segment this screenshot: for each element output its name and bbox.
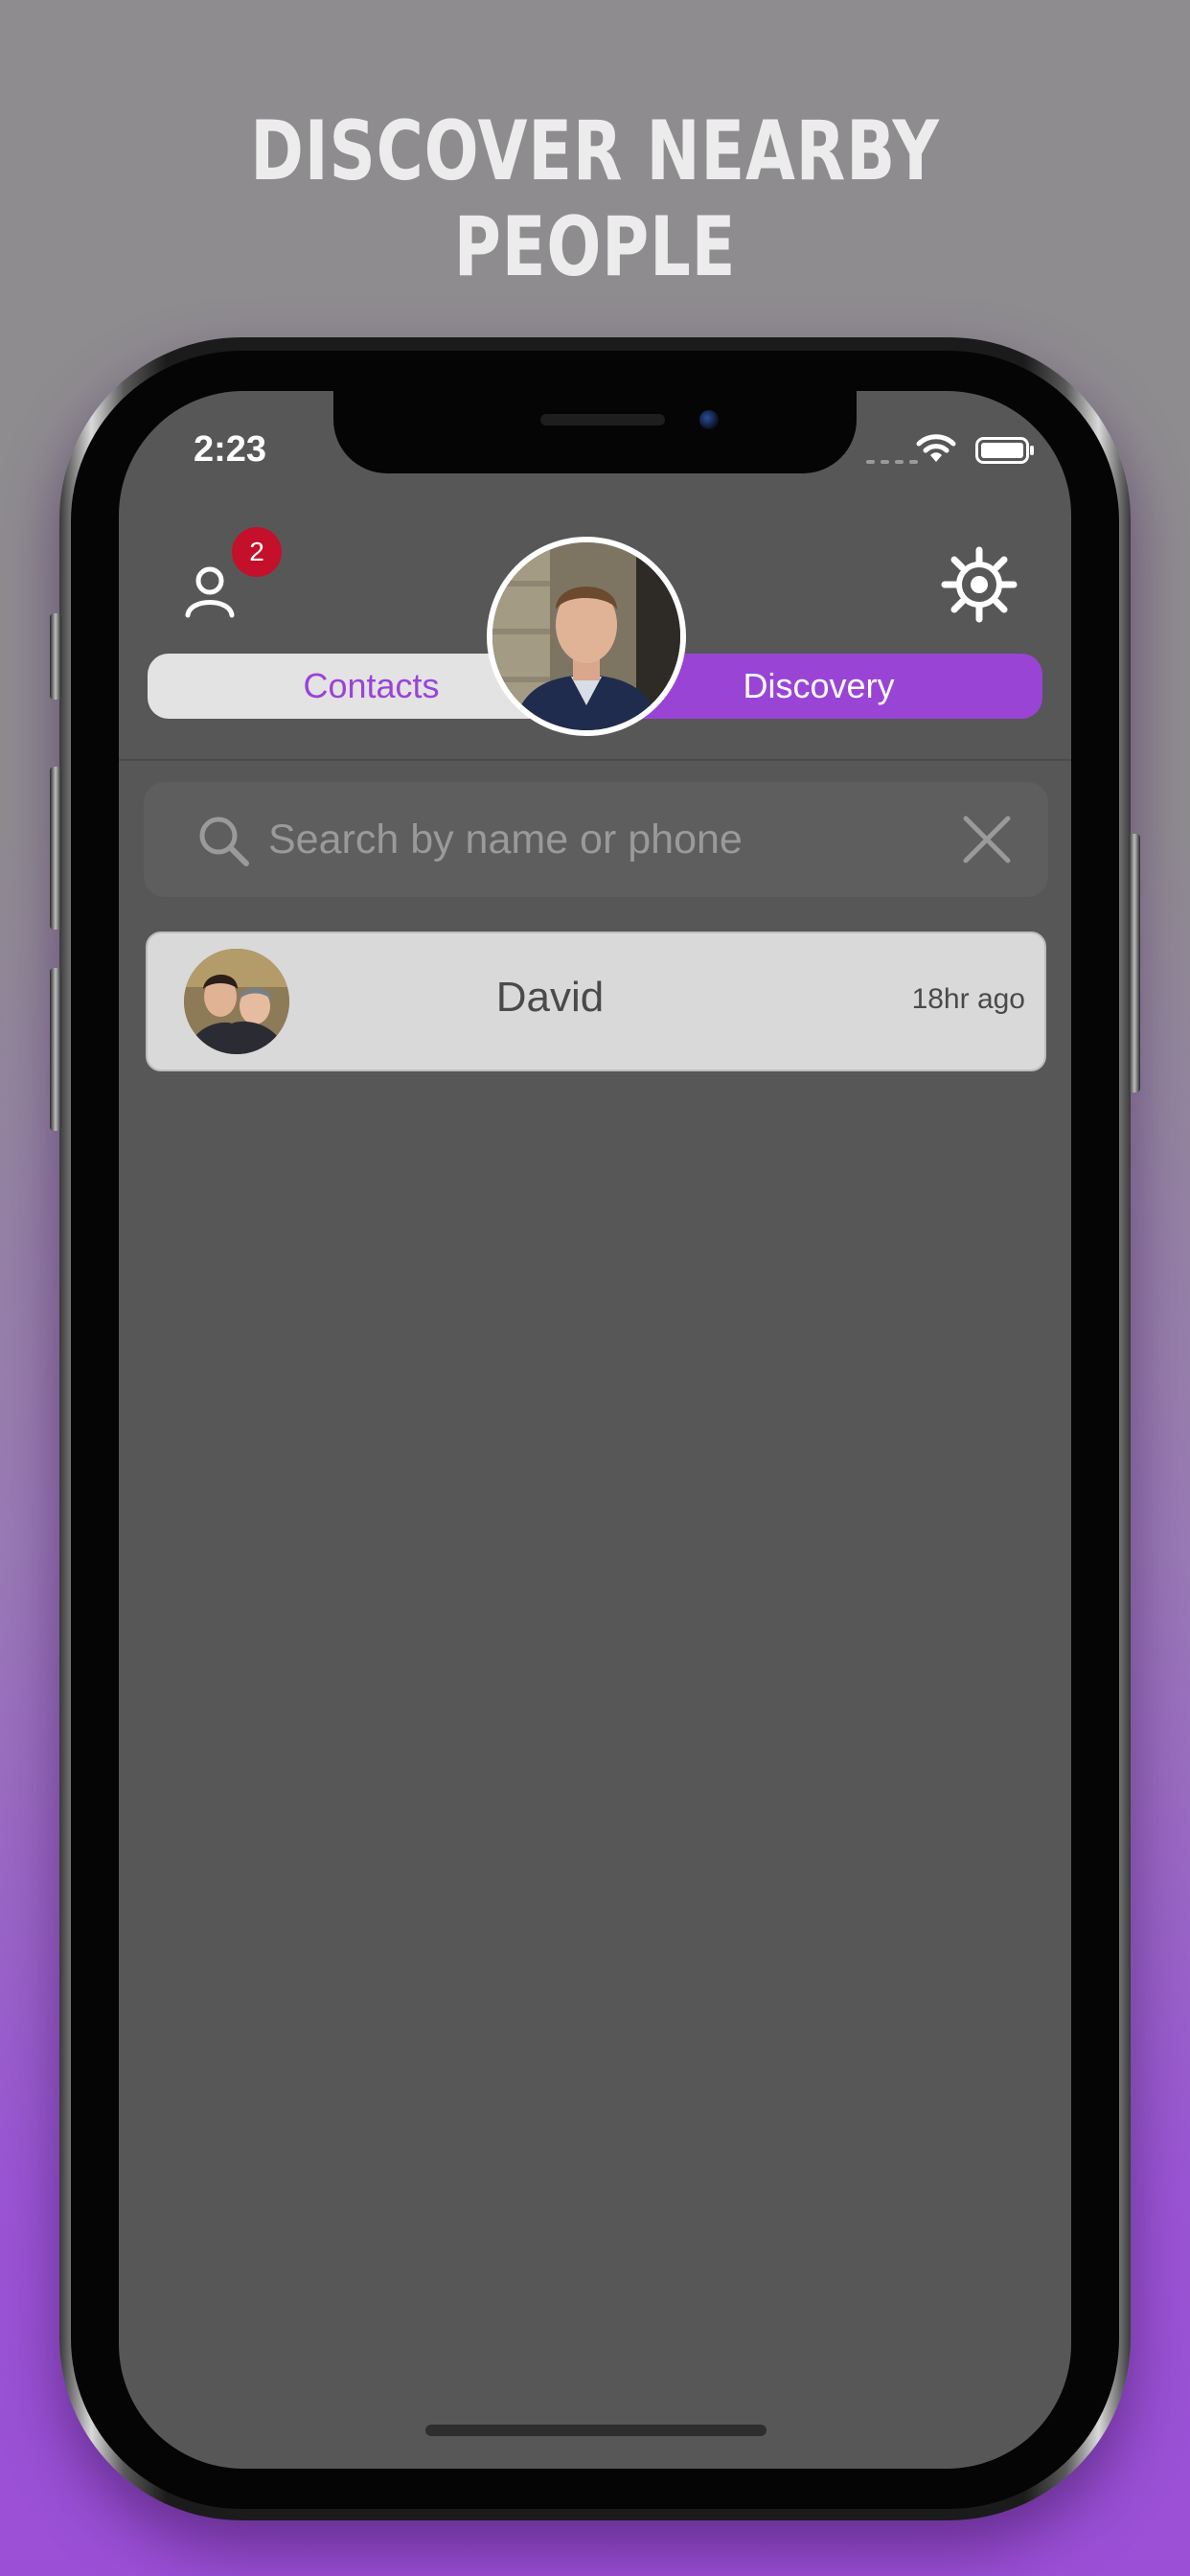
search-bar [144, 782, 1048, 897]
list-item[interactable]: David 18hr ago [146, 932, 1046, 1071]
earpiece-speaker [540, 414, 665, 426]
profile-button[interactable] [176, 556, 243, 623]
volume-up-button [50, 767, 61, 930]
contact-name: David [495, 974, 605, 1021]
notch [333, 391, 857, 473]
settings-button[interactable] [941, 546, 1018, 623]
contact-photo [184, 949, 289, 1054]
power-button [1129, 834, 1140, 1092]
last-seen-time: 18hr ago [911, 983, 1025, 1015]
wifi-icon [916, 434, 956, 462]
notification-badge: 2 [232, 527, 282, 577]
status-time: 2:23 [194, 429, 267, 470]
cellular-signal-icon [866, 460, 918, 464]
app-screen: 2:23 2 Contacts Discovery Search by name… [119, 391, 1071, 2469]
mute-switch [50, 613, 61, 700]
promo-headline: DISCOVER NEARBY PEOPLE [250, 104, 940, 295]
gear-icon [941, 546, 1018, 623]
volume-down-button [50, 968, 61, 1131]
header-divider [119, 759, 1071, 761]
front-camera [699, 410, 719, 429]
my-profile-avatar[interactable] [487, 537, 686, 736]
person-icon [185, 566, 235, 618]
search-input[interactable] [268, 811, 881, 868]
battery-icon [975, 437, 1034, 464]
avatar [184, 949, 289, 1054]
profile-photo [492, 542, 680, 730]
search-icon [199, 816, 249, 866]
close-icon[interactable] [960, 813, 1014, 866]
home-indicator[interactable] [425, 2425, 767, 2436]
